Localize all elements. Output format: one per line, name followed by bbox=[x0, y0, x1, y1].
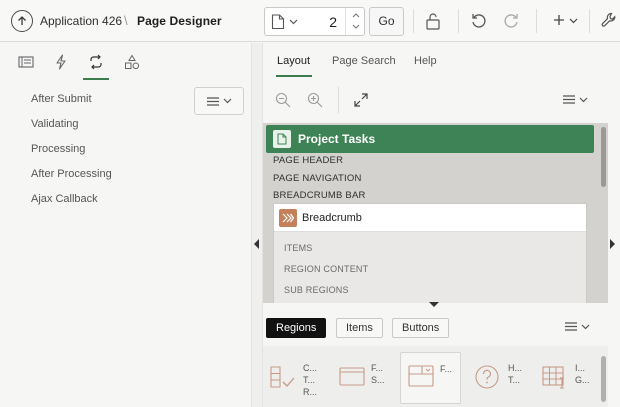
window-icon bbox=[339, 367, 365, 386]
list-item[interactable]: After Submit bbox=[31, 87, 112, 112]
gallery-item[interactable]: F... bbox=[400, 352, 461, 404]
left-pane-tabs bbox=[0, 43, 251, 80]
expand-icon[interactable] bbox=[354, 93, 368, 107]
tab-items[interactable]: Items bbox=[336, 318, 383, 338]
gallery-scrollbar[interactable] bbox=[601, 356, 606, 402]
lightning-icon[interactable] bbox=[52, 53, 70, 71]
toolbar-divider bbox=[536, 9, 537, 33]
list-item[interactable]: Ajax Callback bbox=[31, 187, 112, 212]
help-icon bbox=[475, 365, 499, 389]
tab-page-search[interactable]: Page Search bbox=[332, 55, 396, 67]
gallery-item[interactable]: I... G... bbox=[535, 354, 599, 406]
document-icon[interactable] bbox=[271, 14, 285, 30]
region-name: Breadcrumb bbox=[302, 212, 362, 224]
lock-icon[interactable] bbox=[424, 11, 442, 31]
zoom-in-icon[interactable] bbox=[307, 92, 323, 108]
chevron-up-icon[interactable] bbox=[352, 13, 360, 18]
region-header[interactable]: Breadcrumb bbox=[274, 204, 586, 232]
component-gallery: C... T... R... F... S... F... H... T... … bbox=[263, 346, 608, 407]
toolbar-divider bbox=[589, 9, 590, 33]
checklist-icon bbox=[270, 366, 295, 388]
page-title: Page Designer bbox=[137, 14, 222, 28]
collapse-down-icon[interactable] bbox=[429, 302, 439, 308]
position-label: PAGE HEADER bbox=[273, 155, 344, 166]
hamburger-icon bbox=[563, 95, 575, 104]
layout-toolbar bbox=[263, 79, 608, 123]
gallery-tabs: Regions Items Buttons bbox=[263, 311, 608, 343]
page-number-input[interactable] bbox=[305, 12, 337, 32]
region-card[interactable]: Breadcrumb ITEMS REGION CONTENT SUB REGI… bbox=[273, 203, 587, 303]
toolbar-divider bbox=[413, 9, 414, 33]
layout-menu-button[interactable] bbox=[563, 95, 588, 104]
gallery-item-label: F... S... bbox=[371, 363, 385, 385]
gallery-item-label: C... T... R... bbox=[303, 363, 318, 397]
toolbar-divider bbox=[338, 87, 339, 113]
region-position-label: REGION CONTENT bbox=[284, 264, 369, 274]
rendering-tree-icon[interactable] bbox=[17, 53, 35, 71]
layout-canvas[interactable]: Project Tasks PAGE HEADER PAGE NAVIGATIO… bbox=[263, 123, 608, 303]
collapse-right-icon[interactable] bbox=[610, 239, 616, 249]
top-toolbar: Application 426 \ Page Designer Go bbox=[0, 0, 620, 42]
tab-buttons[interactable]: Buttons bbox=[392, 318, 450, 338]
grid-icon bbox=[542, 366, 564, 389]
center-pane: Layout Page Search Help Project Tasks PA… bbox=[263, 43, 620, 407]
hamburger-icon bbox=[565, 322, 577, 331]
position-label: BREADCRUMB BAR bbox=[273, 190, 366, 201]
collapse-left-icon[interactable] bbox=[254, 239, 260, 249]
plus-icon[interactable] bbox=[553, 14, 565, 26]
page-selector[interactable] bbox=[264, 7, 365, 36]
hamburger-icon bbox=[206, 96, 219, 106]
shared-components-icon[interactable] bbox=[123, 53, 141, 71]
region-position-label: SUB REGIONS bbox=[284, 285, 349, 295]
layout-scrollbar[interactable] bbox=[601, 127, 606, 187]
chevron-down-icon bbox=[223, 98, 231, 104]
breadcrumb-region-icon bbox=[279, 209, 297, 227]
chevron-down-icon[interactable] bbox=[569, 18, 578, 24]
page-title-bar[interactable]: Project Tasks bbox=[266, 125, 594, 153]
tab-regions[interactable]: Regions bbox=[266, 318, 327, 338]
redo-icon[interactable] bbox=[502, 12, 520, 30]
gallery-item-label: H... T... bbox=[508, 363, 523, 385]
toolbar-divider bbox=[458, 9, 459, 33]
application-link[interactable]: Application 426 bbox=[40, 14, 122, 28]
undo-icon[interactable] bbox=[470, 12, 488, 30]
chevron-down-icon[interactable] bbox=[289, 19, 298, 25]
breadcrumb-separator: \ bbox=[124, 13, 128, 28]
chevron-down-icon bbox=[581, 324, 590, 329]
processing-icon[interactable] bbox=[83, 53, 109, 80]
gallery-item[interactable]: H... T... bbox=[468, 354, 532, 406]
gallery-item-label: I... G... bbox=[575, 363, 590, 385]
left-pane-menu-button[interactable] bbox=[194, 87, 244, 115]
list-item[interactable]: Validating bbox=[31, 112, 112, 137]
region-position-label: ITEMS bbox=[284, 243, 313, 253]
gallery-menu-button[interactable] bbox=[565, 322, 590, 331]
page-icon bbox=[273, 130, 291, 148]
center-pane-tabs: Layout Page Search Help bbox=[263, 43, 608, 79]
left-pane: After Submit Validating Processing After… bbox=[0, 43, 251, 407]
chevron-down-icon[interactable] bbox=[352, 24, 360, 29]
pane-splitter[interactable] bbox=[251, 43, 263, 407]
up-arrow-circle-icon[interactable] bbox=[11, 10, 33, 32]
list-item[interactable]: Processing bbox=[31, 137, 112, 162]
gallery-item[interactable]: C... T... R... bbox=[263, 354, 331, 406]
form-region-icon bbox=[408, 365, 434, 387]
tab-layout[interactable]: Layout bbox=[275, 55, 313, 77]
page-number-stepper[interactable] bbox=[345, 8, 365, 35]
chevron-down-icon bbox=[579, 97, 588, 102]
wrench-icon[interactable] bbox=[600, 11, 618, 29]
go-button[interactable]: Go bbox=[369, 7, 404, 36]
tab-help[interactable]: Help bbox=[414, 55, 437, 67]
gallery-item-label: F... bbox=[440, 364, 453, 374]
gallery-item[interactable]: F... S... bbox=[332, 354, 394, 406]
page-name: Project Tasks bbox=[298, 132, 376, 146]
zoom-out-icon[interactable] bbox=[275, 92, 291, 108]
list-item[interactable]: After Processing bbox=[31, 162, 112, 187]
processing-points-list: After Submit Validating Processing After… bbox=[31, 87, 112, 212]
position-label: PAGE NAVIGATION bbox=[273, 173, 362, 184]
